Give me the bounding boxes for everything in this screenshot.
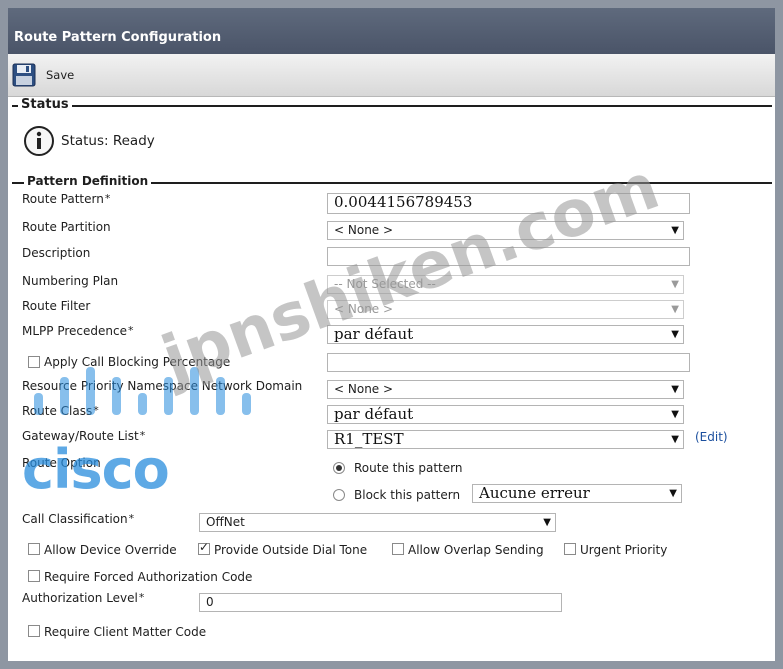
chevron-down-icon: ▼ bbox=[543, 517, 551, 528]
route-this-pattern-label: Route this pattern bbox=[354, 461, 463, 475]
authorization-level-input[interactable]: 0 bbox=[199, 593, 562, 612]
chevron-down-icon: ▼ bbox=[669, 488, 677, 499]
chevron-down-icon: ▼ bbox=[671, 225, 679, 236]
call-classification-select[interactable]: OffNet ▼ bbox=[199, 513, 556, 532]
chevron-down-icon: ▼ bbox=[671, 329, 679, 340]
apply-call-blocking-label: Apply Call Blocking Percentage bbox=[44, 355, 231, 369]
route-pattern-input[interactable]: 0.0044156789453 bbox=[327, 193, 690, 214]
chevron-down-icon: ▼ bbox=[671, 304, 679, 315]
status-divider bbox=[12, 105, 772, 107]
status-section-title: Status bbox=[18, 97, 72, 112]
save-label: Save bbox=[46, 68, 75, 82]
status-text: Status: Ready bbox=[61, 133, 155, 149]
route-pattern-label: Route Pattern* bbox=[22, 192, 111, 206]
block-reason-select[interactable]: Aucune erreur ▼ bbox=[472, 484, 682, 503]
authorization-level-label: Authorization Level* bbox=[22, 591, 145, 605]
chevron-down-icon: ▼ bbox=[671, 409, 679, 420]
chevron-down-icon: ▼ bbox=[671, 384, 679, 395]
description-label: Description bbox=[22, 246, 91, 260]
window-title: Route Pattern Configuration bbox=[14, 30, 222, 45]
title-bar: Route Pattern Configuration bbox=[8, 8, 775, 54]
allow-device-override-label: Allow Device Override bbox=[44, 543, 177, 557]
require-client-matter-checkbox[interactable] bbox=[28, 625, 40, 637]
numbering-plan-select[interactable]: -- Not Selected -- ▼ bbox=[327, 275, 684, 294]
gateway-edit-link[interactable]: (Edit) bbox=[695, 430, 728, 444]
gateway-route-list-label: Gateway/Route List* bbox=[22, 429, 146, 443]
gateway-route-list-select[interactable]: R1_TEST ▼ bbox=[327, 430, 684, 449]
provide-outside-dial-tone-checkbox[interactable]: ✓ bbox=[198, 540, 210, 555]
apply-call-blocking-checkbox[interactable] bbox=[28, 356, 40, 368]
urgent-priority-checkbox[interactable] bbox=[564, 543, 576, 555]
call-blocking-percentage-input[interactable] bbox=[327, 353, 690, 372]
route-partition-select[interactable]: < None > ▼ bbox=[327, 221, 684, 240]
require-forced-auth-checkbox[interactable] bbox=[28, 570, 40, 582]
route-pattern-window: Route Pattern Configuration Save Status … bbox=[8, 8, 775, 661]
route-option-label: Route Option bbox=[22, 456, 101, 470]
chevron-down-icon: ▼ bbox=[671, 434, 679, 445]
resource-priority-select[interactable]: < None > ▼ bbox=[327, 380, 684, 399]
cisco-logo-icon bbox=[34, 367, 251, 415]
route-filter-select[interactable]: < None > ▼ bbox=[327, 300, 684, 319]
allow-overlap-sending-checkbox[interactable] bbox=[392, 543, 404, 555]
block-this-pattern-radio[interactable] bbox=[333, 489, 345, 501]
route-filter-label: Route Filter bbox=[22, 299, 91, 313]
chevron-down-icon: ▼ bbox=[671, 279, 679, 290]
toolbar: Save bbox=[8, 54, 775, 97]
mlpp-precedence-select[interactable]: par défaut ▼ bbox=[327, 325, 684, 344]
allow-overlap-sending-label: Allow Overlap Sending bbox=[408, 543, 544, 557]
require-forced-auth-label: Require Forced Authorization Code bbox=[44, 570, 253, 584]
block-this-pattern-label: Block this pattern bbox=[354, 488, 461, 502]
description-input[interactable] bbox=[327, 247, 690, 266]
floppy-disk-icon bbox=[12, 63, 36, 87]
mlpp-precedence-label: MLPP Precedence* bbox=[22, 324, 134, 338]
urgent-priority-label: Urgent Priority bbox=[580, 543, 668, 557]
allow-device-override-checkbox[interactable] bbox=[28, 543, 40, 555]
route-class-label: Route Class* bbox=[22, 404, 99, 418]
numbering-plan-label: Numbering Plan bbox=[22, 274, 119, 288]
call-classification-label: Call Classification* bbox=[22, 512, 135, 526]
info-icon bbox=[24, 126, 54, 156]
require-client-matter-label: Require Client Matter Code bbox=[44, 625, 207, 639]
provide-outside-dial-tone-label: Provide Outside Dial Tone bbox=[214, 543, 368, 557]
route-this-pattern-radio[interactable] bbox=[333, 462, 345, 474]
route-partition-label: Route Partition bbox=[22, 220, 111, 234]
route-class-select[interactable]: par défaut ▼ bbox=[327, 405, 684, 424]
resource-priority-label: Resource Priority Namespace Network Doma… bbox=[22, 379, 303, 393]
checkmark-icon: ✓ bbox=[199, 540, 210, 554]
pattern-section-title: Pattern Definition bbox=[24, 174, 152, 188]
save-button[interactable]: Save bbox=[12, 62, 74, 88]
